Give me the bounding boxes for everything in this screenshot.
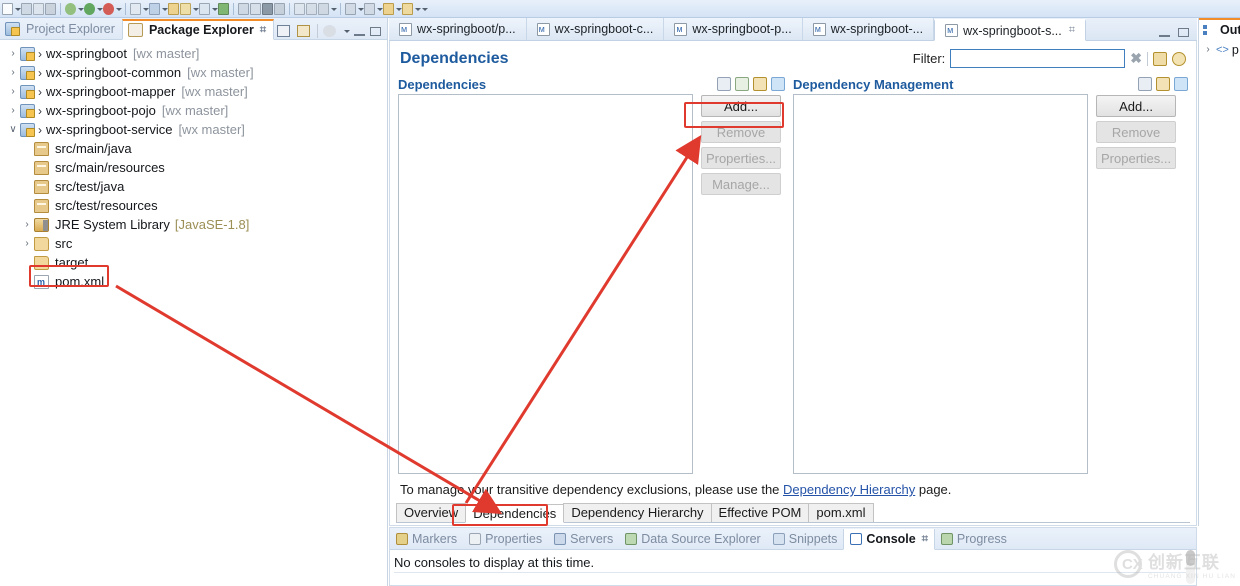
arrow-pom-to-dependencies-tab — [115, 284, 503, 515]
watermark: CX 创新互联 CHUANG XIN HU LIAN — [1113, 548, 1236, 580]
watermark-logo-icon: CX — [1113, 550, 1143, 578]
annotation-arrows — [115, 134, 702, 515]
watermark-text: 创新互联 CHUANG XIN HU LIAN — [1148, 548, 1236, 580]
arrow-dependencies-tab-to-add-button — [464, 134, 702, 504]
watermark-cn: 创新互联 — [1147, 553, 1220, 572]
watermark-en: CHUANG XIN HU LIAN — [1147, 573, 1236, 580]
eclipse-window: Project Explorer Package Explorer ⌗ › › … — [0, 0, 1240, 586]
watermark-mark: CX — [1121, 556, 1143, 573]
